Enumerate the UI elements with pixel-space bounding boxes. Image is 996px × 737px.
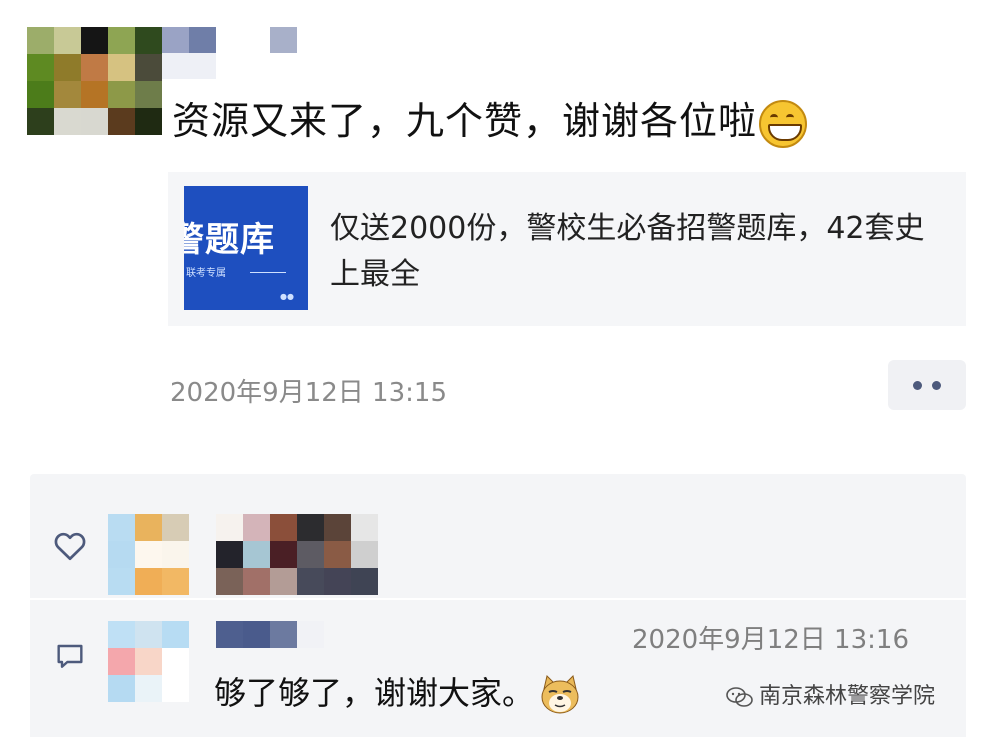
post-text-content: 资源又来了，九个赞，谢谢各位啦 bbox=[172, 99, 758, 143]
thumbnail-title: 警题库 bbox=[184, 220, 275, 260]
poster-avatar[interactable] bbox=[27, 27, 162, 135]
commenter-nickname[interactable] bbox=[216, 621, 351, 648]
watermark-text: 南京森林警察学院 bbox=[759, 684, 936, 709]
liker-avatar[interactable] bbox=[216, 514, 378, 595]
poster-nickname-blur bbox=[162, 53, 216, 79]
doge-face-icon bbox=[538, 673, 582, 717]
link-card-title[interactable]: 仅送2000份，警校生必备招警题库，42套史上最全 bbox=[330, 206, 950, 298]
commenter-avatar[interactable] bbox=[108, 621, 189, 702]
thumbnail-divider bbox=[250, 272, 286, 273]
comment-timestamp: 2020年9月12日 13:16 bbox=[632, 625, 909, 655]
post-timestamp: 2020年9月12日 13:15 bbox=[170, 378, 447, 408]
liker-avatar[interactable] bbox=[108, 514, 189, 595]
more-button[interactable] bbox=[888, 360, 966, 410]
more-dots-icon bbox=[932, 381, 941, 390]
grinning-face-icon bbox=[759, 99, 808, 148]
wechat-icon bbox=[726, 687, 753, 707]
more-dots-icon bbox=[913, 381, 922, 390]
wechat-mark-icon: ●● bbox=[280, 292, 294, 301]
thumbnail-subtitle: 联考专属 bbox=[186, 268, 226, 279]
post-text: 资源又来了，九个赞，谢谢各位啦 bbox=[172, 90, 808, 148]
comment-text-content: 够了够了，谢谢大家。 bbox=[214, 674, 535, 712]
heart-icon bbox=[54, 532, 86, 561]
comment-icon bbox=[57, 644, 83, 668]
poster-nickname[interactable] bbox=[162, 27, 297, 53]
comment-text: 够了够了，谢谢大家。 bbox=[214, 668, 582, 717]
link-thumbnail: 警题库 联考专属 ●● bbox=[184, 186, 308, 310]
watermark: 南京森林警察学院 bbox=[725, 678, 935, 710]
